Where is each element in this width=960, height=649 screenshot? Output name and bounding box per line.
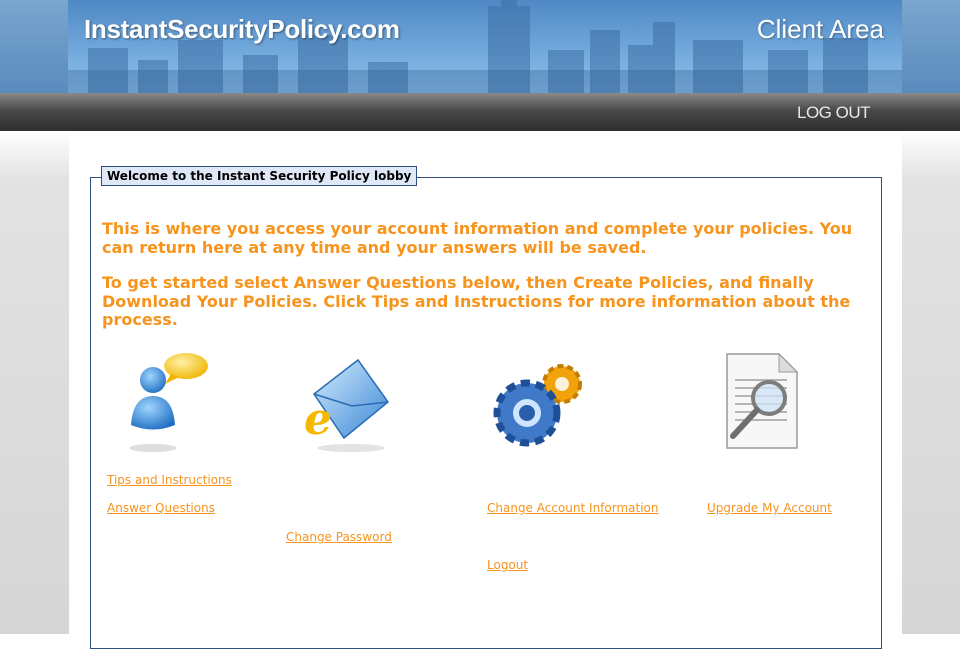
logout-link[interactable]: Logout [487,558,528,572]
document-magnifier-icon [726,352,799,449]
logout-nav-link[interactable]: LOG OUT [797,103,871,123]
svg-text:e: e [304,394,332,445]
site-title: InstantSecurityPolicy.com [84,14,400,44]
client-area-label: Client Area [756,14,884,44]
tips-and-instructions-link[interactable]: Tips and Instructions [107,473,232,487]
nav-bar: LOG OUT [0,93,960,131]
change-account-information-link[interactable]: Change Account Information [487,501,659,515]
lobby-intro: This is where you access your account in… [102,219,872,347]
answer-questions-link[interactable]: Answer Questions [107,501,215,515]
header-banner: InstantSecurityPolicy.com Client Area [68,0,902,93]
intro-paragraph-2: To get started select Answer Questions b… [102,273,851,329]
person-chat-icon [129,353,208,452]
gears-icon [493,364,582,447]
lobby-legend: Welcome to the Instant Security Policy l… [101,166,418,186]
upgrade-my-account-link[interactable]: Upgrade My Account [707,501,832,515]
lobby-fieldset: Welcome to the Instant Security Policy l… [90,166,882,649]
change-password-link[interactable]: Change Password [286,530,392,544]
content-panel: Welcome to the Instant Security Policy l… [69,131,902,649]
email-envelope-icon: e [304,358,390,452]
intro-paragraph-1: This is where you access your account in… [102,219,853,257]
